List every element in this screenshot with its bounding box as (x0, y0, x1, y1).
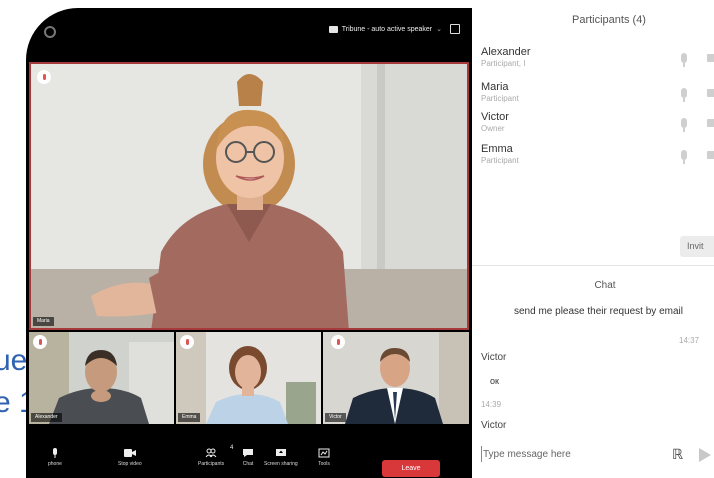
chat-button[interactable]: Chat (242, 448, 254, 467)
layout-label: Tribune - auto active speaker (341, 25, 433, 33)
screen-sharing-label: Screen sharing (264, 461, 298, 467)
participant-name: Maria (481, 81, 509, 93)
main-speaker-image (31, 64, 467, 328)
participant-row[interactable]: Emma Participant (481, 143, 714, 175)
participants-header: Participants (4) (572, 14, 646, 26)
chat-message-sender: Victor (481, 420, 507, 431)
participant-role: Participant, I (481, 59, 526, 68)
participant-name: Alexander (481, 46, 531, 58)
fullscreen-icon[interactable] (450, 24, 460, 34)
leave-button[interactable]: Leave (382, 460, 440, 477)
thumbnail-name-tag: Alexander (31, 413, 62, 422)
microphone-icon[interactable] (681, 88, 687, 102)
chat-message-time: 14:39 (481, 400, 502, 409)
microphone-icon (52, 448, 57, 458)
microphone-icon[interactable] (681, 150, 687, 164)
meeting-toolbar: phone Stop video Participants 4 Chat Scr… (26, 445, 472, 478)
screen-share-icon (275, 449, 286, 456)
layout-icon (328, 25, 338, 33)
screenshot-root: ue e 1 Tribune - auto active speaker ⌄ (0, 0, 714, 478)
microphone-icon[interactable] (681, 53, 687, 67)
microphone-button[interactable]: phone (48, 448, 62, 467)
speaker-name-tag: Maria (33, 317, 54, 326)
thumbnail-image (323, 332, 469, 424)
microphone-label: phone (48, 461, 62, 467)
participant-thumbnail-emma[interactable]: Emma (176, 332, 321, 424)
participants-icon (205, 448, 217, 458)
stop-video-label: Stop video (118, 461, 142, 467)
participant-role: Participant (481, 94, 519, 103)
participant-role: Participant (481, 156, 519, 165)
participants-label: Participants (198, 461, 225, 467)
video-top-bar: Tribune - auto active speaker ⌄ (26, 8, 472, 54)
chat-label: Chat (242, 461, 254, 467)
chat-message-outgoing: send me please their request by email (514, 306, 683, 317)
mic-muted-icon (37, 70, 51, 84)
layout-selector[interactable]: Tribune - auto active speaker ⌄ (328, 25, 442, 33)
mic-muted-icon (180, 335, 194, 349)
thumbnail-name-tag: Emma (178, 413, 201, 422)
chat-message-input[interactable] (481, 446, 641, 462)
chat-header: Chat (594, 280, 616, 291)
participant-name: Emma (481, 143, 513, 155)
settings-icon[interactable] (44, 26, 56, 38)
thumbnail-image (29, 332, 174, 424)
side-panel: Participants (4) Alexander Participant, … (472, 0, 714, 478)
participant-row[interactable]: Victor Owner (481, 111, 714, 143)
slide-text-line-1: ue (0, 344, 28, 377)
chat-message-incoming: ок (490, 376, 499, 386)
mic-muted-icon (33, 335, 47, 349)
invite-button[interactable]: Invit (680, 236, 714, 257)
camera-icon[interactable] (707, 151, 714, 159)
participant-name: Victor (481, 111, 509, 123)
screen-sharing-button[interactable]: Screen sharing (264, 448, 298, 467)
participant-thumbnail-alexander[interactable]: Alexander (29, 332, 174, 424)
camera-icon[interactable] (707, 119, 714, 127)
mic-muted-icon (331, 335, 345, 349)
participant-role: Owner (481, 124, 505, 133)
chevron-down-icon: ⌄ (436, 26, 442, 33)
send-icon[interactable] (699, 448, 711, 462)
participant-row[interactable]: Alexander Participant, I (481, 46, 714, 78)
chat-icon (243, 449, 253, 457)
tools-label: Tools (318, 461, 330, 467)
participant-thumbnail-victor[interactable]: Victor (323, 332, 469, 424)
thumbnail-name-tag: Victor (325, 413, 346, 422)
main-speaker-video[interactable]: Maria (29, 62, 469, 330)
chat-message-time: 14:37 (679, 336, 700, 345)
tools-button[interactable]: Tools (318, 448, 330, 467)
camera-icon[interactable] (707, 89, 714, 97)
camera-icon (123, 449, 136, 457)
tools-icon (318, 448, 330, 458)
video-conference-window: Tribune - auto active speaker ⌄ Maria Al… (26, 8, 472, 478)
participants-button[interactable]: Participants (198, 448, 224, 467)
participant-row[interactable]: Maria Participant (481, 81, 714, 113)
microphone-icon[interactable] (681, 118, 687, 132)
thumbnail-image (176, 332, 321, 424)
stop-video-button[interactable]: Stop video (118, 448, 142, 467)
participants-count-badge: 4 (230, 445, 234, 451)
camera-icon[interactable] (707, 54, 714, 62)
chat-message-sender: Victor (481, 352, 507, 363)
participants-icon[interactable]: ℝ (672, 446, 683, 463)
panel-divider (472, 265, 714, 266)
